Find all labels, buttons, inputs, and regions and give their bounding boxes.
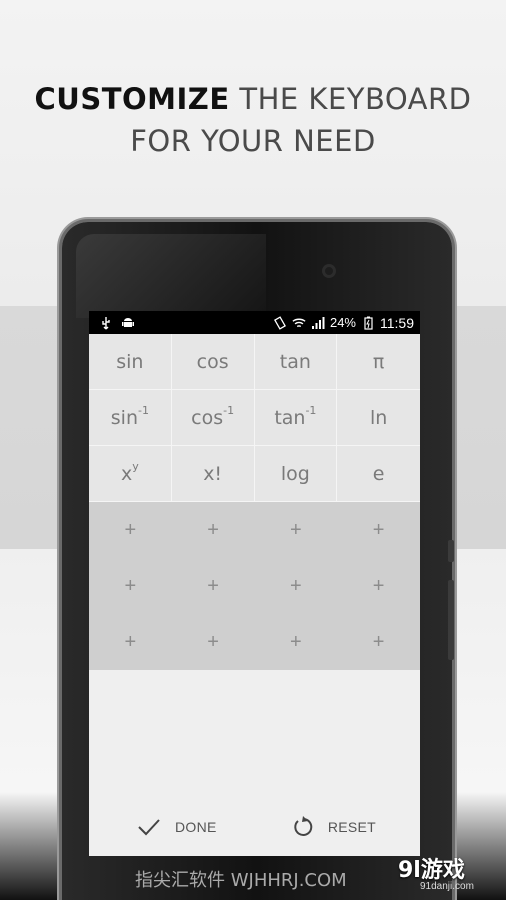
function-key[interactable]: cos -1: [171, 390, 255, 446]
function-key-label: log: [280, 462, 310, 485]
done-button[interactable]: DONE: [137, 817, 217, 837]
camera-icon: [322, 264, 336, 278]
function-key[interactable]: sin -1: [89, 390, 172, 446]
function-key[interactable]: e: [337, 446, 420, 502]
watermark-text: 指尖汇软件 WJHHRJ.COM: [135, 870, 347, 891]
battery-percent: 24%: [329, 315, 356, 330]
phone-screen: 24% 11:59 sin cos tan π sin -1 cos -1 tan -1 ln x y x…: [89, 311, 420, 856]
empty-key-slots: + + + + + + + + + + + +: [89, 502, 420, 670]
function-key-label: cos: [196, 350, 229, 373]
headline-rest: THE KEYBOARD: [229, 82, 472, 116]
wifi-icon: [292, 316, 306, 330]
watermark-url: 91danji.com: [420, 881, 474, 892]
function-key-label: ln: [369, 406, 388, 429]
watermark-logo: 9l游戏: [398, 858, 465, 883]
headline-line-1: CUSTOMIZE THE KEYBOARD: [0, 78, 506, 120]
add-key-slot[interactable]: +: [171, 502, 255, 558]
function-key[interactable]: sin: [89, 334, 172, 390]
function-key[interactable]: ln: [337, 390, 420, 446]
reset-button[interactable]: RESET: [292, 816, 376, 838]
done-label: DONE: [175, 819, 217, 835]
add-key-slot[interactable]: +: [254, 614, 338, 670]
volume-button: [448, 580, 454, 660]
function-key-label: sin: [116, 350, 144, 373]
function-key-superscript: -1: [223, 404, 235, 417]
action-bar: DONE RESET: [89, 812, 420, 842]
add-key-slot[interactable]: +: [337, 614, 420, 670]
function-key-label: tan: [279, 350, 311, 373]
signal-icon: [311, 316, 325, 330]
function-key-label: x: [120, 462, 133, 485]
add-key-slot[interactable]: +: [171, 614, 255, 670]
headline: CUSTOMIZE THE KEYBOARD FOR YOUR NEED: [0, 78, 506, 162]
reset-icon: [294, 816, 313, 836]
status-bar: 24% 11:59: [89, 311, 420, 334]
reset-label: RESET: [327, 819, 376, 835]
add-key-slot[interactable]: +: [254, 558, 338, 614]
function-key[interactable]: xy: [89, 446, 172, 502]
add-key-slot[interactable]: +: [89, 502, 172, 558]
settings-area: DONE RESET: [89, 670, 420, 856]
function-key[interactable]: tan: [254, 334, 338, 390]
vibrate-icon: [273, 315, 287, 330]
add-key-slot[interactable]: +: [337, 558, 420, 614]
checkmark-icon: [138, 819, 160, 836]
phone-gloss: [76, 234, 266, 318]
function-keys: sin cos tan π sin -1 cos -1 tan -1 ln x y x! log e: [89, 334, 420, 502]
function-key[interactable]: π: [337, 334, 420, 390]
battery-charging-icon: [361, 316, 375, 330]
function-key[interactable]: tan -1: [254, 390, 338, 446]
function-key[interactable]: cos: [171, 334, 255, 390]
add-key-slot[interactable]: +: [89, 614, 172, 670]
function-key-superscript: y: [132, 460, 139, 473]
function-key[interactable]: log: [254, 446, 338, 502]
function-key-label: π: [372, 350, 385, 373]
function-key-label: sin: [110, 406, 138, 429]
headline-line-2: FOR YOUR NEED: [130, 124, 376, 158]
function-key[interactable]: x!: [171, 446, 255, 502]
android-icon: [121, 316, 135, 330]
clock: 11:59: [380, 314, 414, 331]
function-key-superscript: -1: [138, 404, 149, 417]
add-key-slot[interactable]: +: [254, 502, 338, 558]
function-key-label: e: [372, 462, 385, 485]
side-button: [448, 540, 454, 562]
add-key-slot[interactable]: +: [89, 558, 172, 614]
function-key-superscript: -1: [305, 404, 317, 417]
function-key-label: tan: [274, 406, 306, 429]
function-key-label: x!: [203, 462, 223, 485]
add-key-slot[interactable]: +: [337, 502, 420, 558]
add-key-slot[interactable]: +: [171, 558, 255, 614]
usb-icon: [99, 316, 113, 330]
function-key-label: cos: [191, 406, 224, 429]
headline-strong: CUSTOMIZE: [34, 82, 230, 116]
